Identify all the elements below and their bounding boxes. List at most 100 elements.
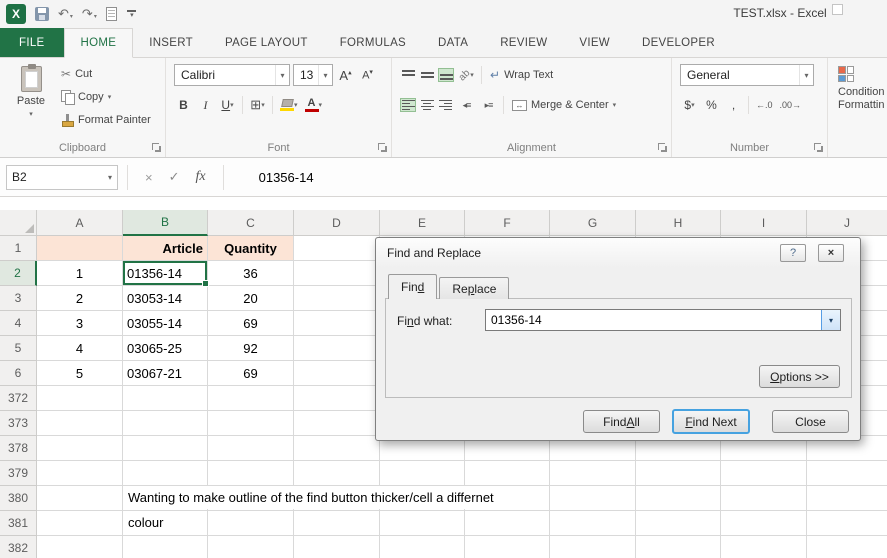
cell-J380[interactable] [807, 486, 887, 511]
cell-D382[interactable] [294, 536, 380, 558]
borders-button[interactable]: ⊞ ▾ [248, 94, 267, 116]
bottom-align-button[interactable] [438, 68, 454, 82]
cell-B2[interactable]: 01356-14 [123, 261, 209, 287]
formula-bar-value[interactable]: 01356-14 [259, 170, 314, 185]
insert-function-button[interactable]: fx [196, 169, 206, 185]
cell-J381[interactable] [807, 511, 887, 536]
ribbon-tab-page-layout[interactable]: PAGE LAYOUT [209, 28, 324, 57]
col-header-B[interactable]: B [123, 210, 208, 236]
window-control[interactable] [832, 4, 843, 15]
close-button[interactable]: Close [772, 410, 849, 433]
cell-D6[interactable] [294, 361, 380, 386]
cell-G380[interactable] [550, 486, 636, 511]
align-right-button[interactable] [438, 98, 454, 112]
undo-button[interactable]: ↶▾ [58, 7, 73, 21]
name-box[interactable]: B2 ▾ [6, 164, 118, 190]
cell-F382[interactable] [465, 536, 550, 558]
decrease-decimal-button[interactable]: .00→ [778, 94, 804, 116]
enter-icon[interactable]: ✓ [169, 169, 180, 185]
font-size-select[interactable]: 13 ▾ [293, 64, 333, 86]
row-header-379[interactable]: 379 [0, 461, 37, 486]
customize-qat-button[interactable]: ▾ [126, 10, 138, 19]
row-header-2[interactable]: 2 [0, 261, 37, 286]
cell-B5[interactable]: 03065-25 [123, 336, 208, 361]
row-header-381[interactable]: 381 [0, 511, 37, 536]
align-center-button[interactable] [419, 98, 435, 112]
row-header-373[interactable]: 373 [0, 411, 37, 436]
cell-B382[interactable] [123, 536, 208, 558]
dialog-launcher-icon[interactable] [377, 142, 388, 153]
cell-A4[interactable]: 3 [37, 311, 123, 336]
dialog-launcher-icon[interactable] [657, 142, 668, 153]
cell-C373[interactable] [208, 411, 294, 436]
ribbon-tab-insert[interactable]: INSERT [133, 28, 209, 57]
cell-D5[interactable] [294, 336, 380, 361]
fill-color-button[interactable]: ▾ [278, 94, 300, 116]
cell-A372[interactable] [37, 386, 123, 411]
cell-A378[interactable] [37, 436, 123, 461]
bold-button[interactable]: B [174, 94, 193, 116]
redo-button[interactable]: ↷▾ [82, 7, 97, 21]
col-header-C[interactable]: C [208, 210, 294, 236]
find-all-button[interactable]: Find All [583, 410, 660, 433]
cell-B379[interactable] [123, 461, 208, 486]
comma-format-button[interactable]: , [724, 94, 743, 116]
cell-H381[interactable] [636, 511, 721, 536]
percent-format-button[interactable]: % [702, 94, 721, 116]
cell-B373[interactable] [123, 411, 208, 436]
dialog-launcher-icon[interactable] [151, 142, 162, 153]
chevron-down-icon[interactable]: ▾ [318, 65, 332, 85]
ribbon-tab-developer[interactable]: DEVELOPER [626, 28, 731, 57]
cell-B3[interactable]: 03053-14 [123, 286, 208, 311]
cell-D381[interactable] [294, 511, 380, 536]
col-header-E[interactable]: E [380, 210, 465, 236]
col-header-J[interactable]: J [807, 210, 887, 236]
cell-B4[interactable]: 03055-14 [123, 311, 208, 336]
cell-E382[interactable] [380, 536, 465, 558]
cell-A382[interactable] [37, 536, 123, 558]
cell-D3[interactable] [294, 286, 380, 311]
copy-button[interactable]: Copy ▾ [58, 86, 154, 107]
wrap-text-button[interactable]: ↵ Wrap Text [487, 65, 556, 86]
chevron-down-icon[interactable]: ▾ [821, 310, 840, 330]
underline-button[interactable]: U ▾ [218, 94, 237, 116]
ribbon-tab-formulas[interactable]: FORMULAS [324, 28, 422, 57]
row-header-372[interactable]: 372 [0, 386, 37, 411]
dialog-close-icon[interactable]: × [818, 244, 844, 262]
cell-A373[interactable] [37, 411, 123, 436]
decrease-indent-button[interactable]: ◂≡ [457, 94, 476, 116]
cell-D372[interactable] [294, 386, 380, 411]
top-align-button[interactable] [400, 68, 416, 82]
row-header-382[interactable]: 382 [0, 536, 37, 558]
merge-center-button[interactable]: ↔ Merge & Center ▾ [509, 95, 619, 116]
cell-B381[interactable]: colour [123, 511, 208, 536]
cell-B6[interactable]: 03067-21 [123, 361, 208, 386]
col-header-A[interactable]: A [37, 210, 123, 236]
align-left-button[interactable] [400, 98, 416, 112]
col-header-F[interactable]: F [465, 210, 550, 236]
cancel-icon[interactable]: × [145, 170, 153, 185]
font-color-button[interactable]: A ▾ [303, 94, 325, 116]
currency-format-button[interactable]: $ ▾ [680, 94, 699, 116]
find-next-button[interactable]: Find Next [672, 409, 750, 434]
cell-C381[interactable] [208, 511, 294, 536]
cell-G379[interactable] [550, 461, 636, 486]
ribbon-tab-file[interactable]: FILE [0, 28, 64, 57]
dialog-launcher-icon[interactable] [813, 142, 824, 153]
tab-replace[interactable]: Re p lace [439, 277, 510, 299]
cell-C382[interactable] [208, 536, 294, 558]
chevron-down-icon[interactable]: ▾ [108, 173, 112, 182]
italic-button[interactable]: I [196, 94, 215, 116]
cell-A2[interactable]: 1 [37, 261, 123, 286]
cell-C5[interactable]: 92 [208, 336, 294, 361]
cell-D379[interactable] [294, 461, 380, 486]
increase-decimal-button[interactable]: ←.0 [754, 94, 775, 116]
cut-button[interactable]: ✂ Cut [58, 63, 154, 84]
chevron-down-icon[interactable]: ▾ [799, 65, 813, 85]
shrink-font-button[interactable]: A▾ [358, 64, 377, 86]
cell-A1[interactable] [37, 236, 123, 261]
tab-find[interactable]: Fin d [388, 274, 438, 299]
cell-B1[interactable]: Article [123, 236, 208, 261]
cell-A379[interactable] [37, 461, 123, 486]
middle-align-button[interactable] [419, 68, 435, 82]
